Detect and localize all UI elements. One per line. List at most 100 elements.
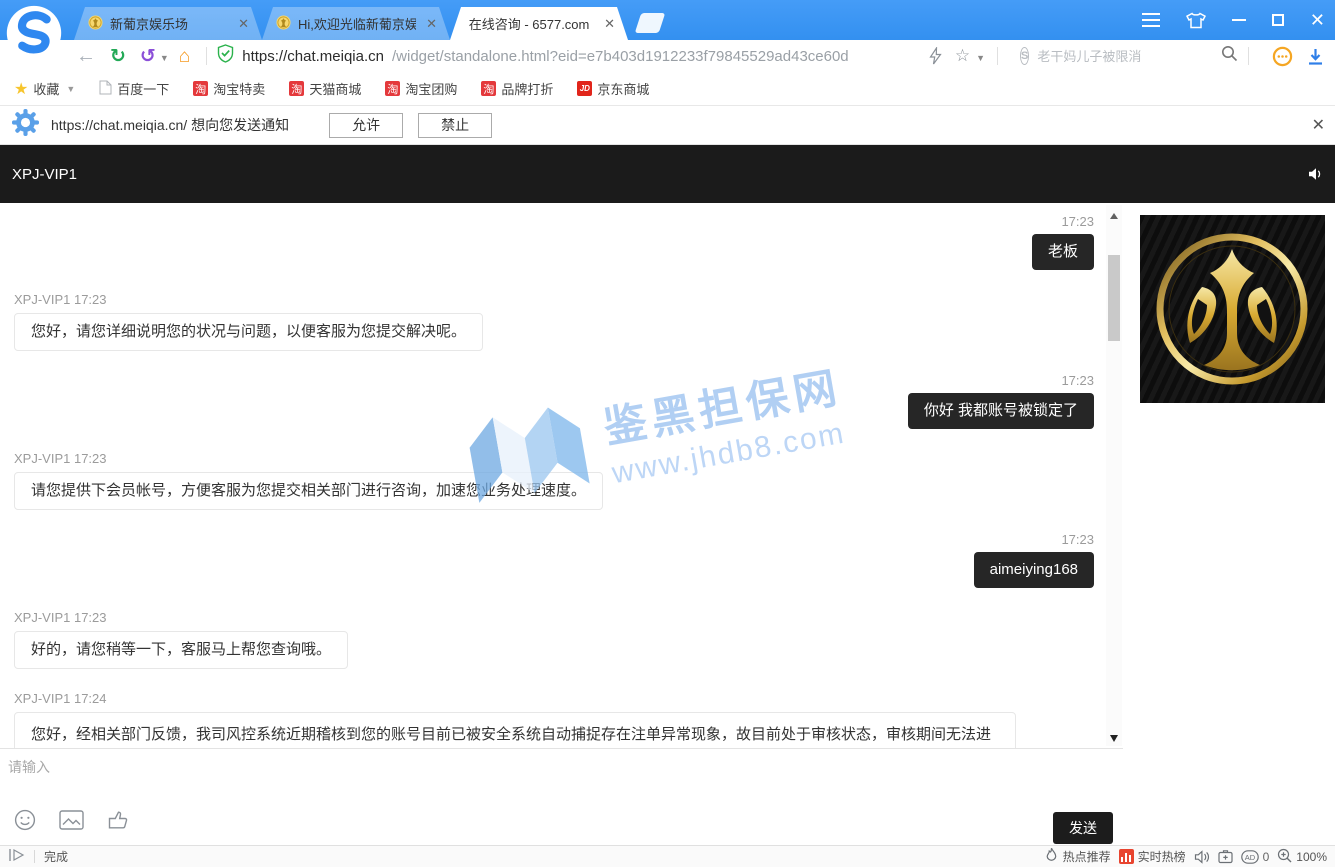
hot-list-label: 实时热榜 [1138,848,1186,865]
speed-mode-lightning-icon[interactable] [929,47,942,65]
input-zone: 发送 [0,748,1123,845]
ad-block-item[interactable]: AD 0 [1241,850,1270,864]
favorites-label: 收藏 [33,79,59,98]
tab-strip: 新葡京娱乐场 ✕ Hi,欢迎光临新葡京娱樂場 ✕ 在线咨询 - 6577.com… [74,0,662,40]
bookmark-taobao-group[interactable]: 淘 淘宝团购 [385,79,457,98]
message-sender-label: XPJ-VIP1 17:23 [14,291,1094,309]
chat-message-user: 17:23 aimeiying168 [14,531,1094,588]
input-tool-icons [14,809,129,836]
chat-agent-title: XPJ-VIP1 [12,166,77,183]
minimize-icon[interactable] [1232,19,1246,21]
jd-icon: JD [577,81,592,96]
chat-message-agent: XPJ-VIP1 17:23 好的，请您稍等一下，客服马上帮您查询哦。 [14,609,1094,669]
undo-closed-tab-icon[interactable]: ↺ [140,47,156,66]
statusbar-divider [34,850,35,863]
toolbar-divider [1248,47,1249,65]
bookmark-label: 京东商城 [597,79,649,98]
chat-side-panel [1123,203,1335,748]
bookmarks-bar: ★ 收藏 ▼ 百度一下 淘 淘宝特卖 淘 天猫商城 淘 淘宝团购 淘 品牌打折 … [0,72,1335,106]
zoom-control[interactable]: 100% [1277,848,1327,866]
allow-button[interactable]: 允许 [329,113,403,138]
maximize-icon[interactable] [1272,14,1284,26]
message-timestamp: 17:23 [14,531,1094,549]
tab-favicon-icon [276,15,291,33]
ad-block-count: 0 [1263,850,1270,864]
favorites-dropdown-icon: ▼ [66,84,75,94]
thumbs-up-icon[interactable] [107,809,129,836]
hot-list-item[interactable]: 实时热榜 [1119,848,1186,865]
toolbar-divider [997,47,998,65]
refresh-icon[interactable]: ↻ [110,47,126,66]
hot-list-chart-icon [1119,849,1134,864]
sogou-browser-logo-icon[interactable] [5,4,63,62]
bookmark-jd[interactable]: JD 京东商城 [577,79,649,98]
favorites-menu[interactable]: ★ 收藏 ▼ [14,79,75,99]
casino-brand-logo [1140,215,1325,403]
home-icon[interactable]: ⌂ [179,47,190,66]
bookmark-star-icon[interactable]: ☆ [955,46,970,66]
message-bubble: 老板 [1032,234,1094,270]
search-input[interactable] [1037,49,1213,64]
new-tab-button[interactable] [635,13,665,33]
tab-close-icon[interactable]: ✕ [423,16,440,32]
message-bubble: 您好，请您详细说明您的状况与问题，以便客服为您提交解决呢。 [14,313,483,351]
deny-button[interactable]: 禁止 [418,113,492,138]
tab-close-icon[interactable]: ✕ [235,16,252,32]
send-button[interactable]: 发送 [1053,812,1113,844]
url-host: https://chat.meiqia.cn [242,48,384,65]
notification-close-icon[interactable]: ✕ [1312,115,1325,135]
chat-area: 17:23 老板 XPJ-VIP1 17:23 您好，请您详细说明您的状况与问题… [0,203,1335,748]
chat-scrollbar[interactable] [1106,205,1122,746]
toolbar-divider [206,47,207,65]
bookmark-taobao-sale[interactable]: 淘 淘宝特卖 [193,79,265,98]
https-shield-icon[interactable] [217,44,234,68]
image-upload-icon[interactable] [59,810,84,835]
notification-text: https://chat.meiqia.cn/ 想向您发送通知 [51,115,289,135]
scroll-down-icon[interactable] [1110,735,1118,742]
undo-dropdown-icon[interactable]: ▼ [160,53,169,63]
status-speaker-icon[interactable] [1194,850,1210,864]
toolbox-icon[interactable] [1218,849,1233,864]
message-bubble: aimeiying168 [974,552,1094,588]
zoom-magnifier-icon [1277,848,1292,866]
message-input[interactable] [8,757,908,803]
zoom-level: 100% [1296,850,1327,864]
magnifier-icon[interactable] [1221,45,1238,67]
message-sender-label: XPJ-VIP1 17:24 [14,690,1094,708]
notification-bar: https://chat.meiqia.cn/ 想向您发送通知 允许 禁止 ✕ [0,106,1335,145]
scroll-up-icon[interactable] [1110,213,1118,219]
bookmark-brand-discount[interactable]: 淘 品牌打折 [481,79,553,98]
emoji-icon[interactable] [14,809,36,836]
bookmark-tmall[interactable]: 淘 天猫商城 [289,79,361,98]
tab-online-chat-active[interactable]: 在线咨询 - 6577.com ✕ [450,7,628,40]
media-play-icon[interactable] [8,848,25,865]
back-icon[interactable]: ← [76,46,96,66]
menu-icon[interactable] [1142,13,1160,27]
message-sender-label: XPJ-VIP1 17:23 [14,609,1094,627]
message-bubble: 你好 我都账号被锁定了 [908,393,1094,429]
sound-speaker-icon[interactable] [1307,166,1323,187]
tab-close-icon[interactable]: ✕ [601,16,618,32]
scrollbar-thumb[interactable] [1108,255,1120,341]
bookmark-dropdown-icon[interactable]: ▼ [976,53,985,63]
bookmark-baidu[interactable]: 百度一下 [99,79,169,98]
tab-xpj-casino[interactable]: 新葡京娱乐场 ✕ [74,7,262,40]
bookmark-label: 天猫商城 [309,79,361,98]
address-bar[interactable]: https://chat.meiqia.cn/widget/standalone… [217,44,916,68]
browser-toolbar: ← ↻ ↺ ▼ ⌂ https://chat.meiqia.cn/widget/… [0,40,1335,72]
browser-window: 新葡京娱乐场 ✕ Hi,欢迎光临新葡京娱樂場 ✕ 在线咨询 - 6577.com… [0,0,1335,867]
hot-recommend-item[interactable]: 热点推荐 [1044,847,1111,866]
download-icon[interactable] [1306,47,1325,66]
message-bubble: 好的，请您稍等一下，客服马上帮您查询哦。 [14,631,348,669]
close-window-icon[interactable]: ✕ [1310,11,1325,29]
search-box[interactable]: S [1020,45,1238,67]
status-bar: 完成 热点推荐 实时热榜 AD 0 [0,845,1335,867]
message-bubble: 请您提供下会员帐号，方便客服为您提交相关部门进行咨询，加速您业务处理速度。 [14,472,603,510]
message-sender-label: XPJ-VIP1 17:23 [14,450,1094,468]
tab-xpj-welcome[interactable]: Hi,欢迎光临新葡京娱樂場 ✕ [262,7,450,40]
extensions-circle-icon[interactable] [1272,46,1293,67]
chat-message-user: 17:23 你好 我都账号被锁定了 [14,372,1094,429]
chat-message-agent: XPJ-VIP1 17:23 请您提供下会员帐号，方便客服为您提交相关部门进行咨… [14,450,1094,510]
taobao-icon: 淘 [385,81,400,96]
skin-theme-icon[interactable] [1186,12,1206,29]
